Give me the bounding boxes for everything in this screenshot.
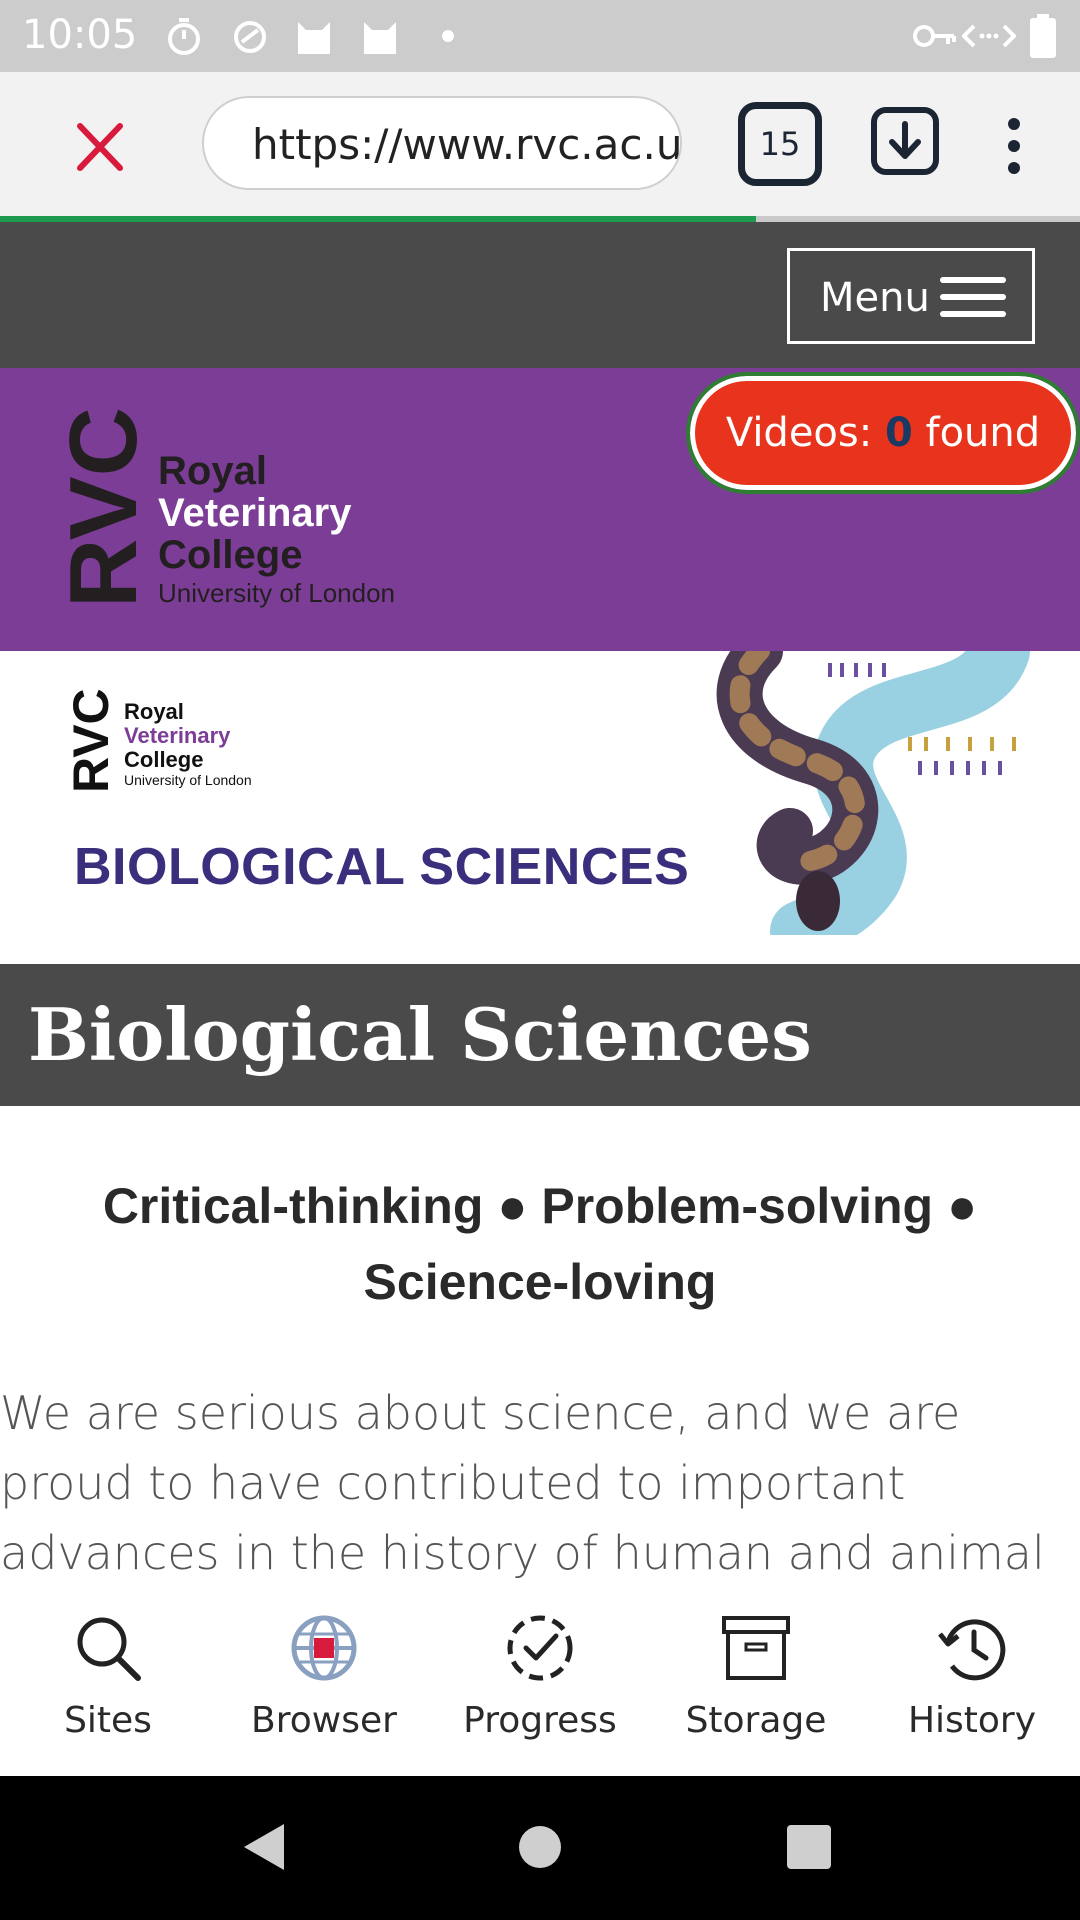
svg-text:College: College	[124, 747, 203, 772]
url-bar[interactable]: https://www.rvc.ac.uk	[202, 96, 682, 190]
logo-band: RVC Royal Veterinary College University …	[0, 368, 1080, 651]
svg-text:University of London: University of London	[158, 578, 395, 608]
status-bar: 10:05	[0, 0, 1080, 72]
page-title-band: Biological Sciences	[0, 964, 1080, 1106]
hamburger-icon	[940, 277, 1006, 317]
tagline: Critical-thinking ● Problem-solving ● Sc…	[102, 1178, 978, 1310]
nav-label: History	[907, 1700, 1037, 1741]
cat-icon	[364, 22, 396, 54]
videos-count: 0	[884, 410, 913, 456]
history-icon	[938, 1619, 1006, 1681]
logo-rvc-text: RVC	[58, 408, 157, 608]
videos-found-button[interactable]: Videos: 0 found	[686, 372, 1080, 494]
nav-storage[interactable]: Storage	[648, 1590, 864, 1776]
vpn-key-icon	[913, 25, 956, 47]
nav-sites[interactable]: Sites	[0, 1590, 216, 1776]
nav-browser[interactable]: Browser	[216, 1590, 432, 1776]
timer-icon	[168, 18, 200, 55]
tab-count: 15	[759, 125, 801, 163]
nav-label: Storage	[685, 1700, 827, 1741]
globe-icon	[291, 1615, 357, 1681]
menu-button[interactable]: Menu	[787, 248, 1035, 344]
download-icon[interactable]	[870, 106, 940, 176]
tab-count-button[interactable]: 15	[738, 102, 822, 186]
data-transfer-icon	[962, 24, 1016, 48]
menu-label: Menu	[820, 275, 930, 321]
nav-label: Sites	[64, 1700, 152, 1741]
svg-text:Veterinary: Veterinary	[158, 491, 352, 535]
url-text: https://www.rvc.ac.uk	[252, 120, 682, 169]
system-navigation-bar	[0, 1776, 1080, 1920]
browser-toolbar: https://www.rvc.ac.uk 15	[0, 72, 1080, 218]
app-bottom-nav: Sites Browser Progress Storage History	[0, 1590, 1080, 1776]
archive-box-icon	[722, 1616, 790, 1680]
svg-text:Royal: Royal	[124, 699, 184, 724]
nav-history[interactable]: History	[864, 1590, 1080, 1776]
search-icon	[77, 1617, 141, 1681]
progress-check-icon	[507, 1615, 573, 1681]
page-title: Biological Sciences	[28, 992, 812, 1077]
videos-suffix: found	[925, 410, 1041, 456]
videos-prefix: Videos:	[725, 410, 873, 456]
department-banner: RVC Royal Veterinary College University …	[0, 651, 1080, 964]
svg-text:University of London: University of London	[124, 772, 252, 788]
battery-icon	[1030, 14, 1056, 58]
svg-text:College: College	[158, 533, 302, 577]
rvc-logo[interactable]: RVC Royal Veterinary College University …	[58, 408, 438, 618]
svg-text:Royal: Royal	[158, 449, 267, 493]
back-icon[interactable]	[242, 1822, 286, 1872]
snake-xray-image	[700, 651, 1036, 935]
banner-rvc-logo: RVC Royal Veterinary College University …	[72, 688, 252, 793]
dot-icon	[442, 30, 454, 42]
nav-label: Progress	[463, 1700, 617, 1741]
sync-icon	[234, 21, 266, 53]
site-header: Menu	[0, 222, 1080, 368]
nav-progress[interactable]: Progress	[432, 1590, 648, 1776]
recents-icon[interactable]	[786, 1824, 832, 1870]
status-time: 10:05	[22, 12, 138, 58]
cat-icon	[298, 22, 330, 54]
svg-text:RVC: RVC	[72, 688, 119, 793]
nav-label: Browser	[251, 1700, 397, 1741]
banner-subject: BIOLOGICAL SCIENCES	[74, 838, 690, 896]
close-icon[interactable]	[60, 112, 140, 182]
home-icon[interactable]	[517, 1824, 563, 1870]
svg-text:Veterinary: Veterinary	[124, 723, 231, 748]
overflow-menu-icon[interactable]	[1000, 116, 1028, 176]
